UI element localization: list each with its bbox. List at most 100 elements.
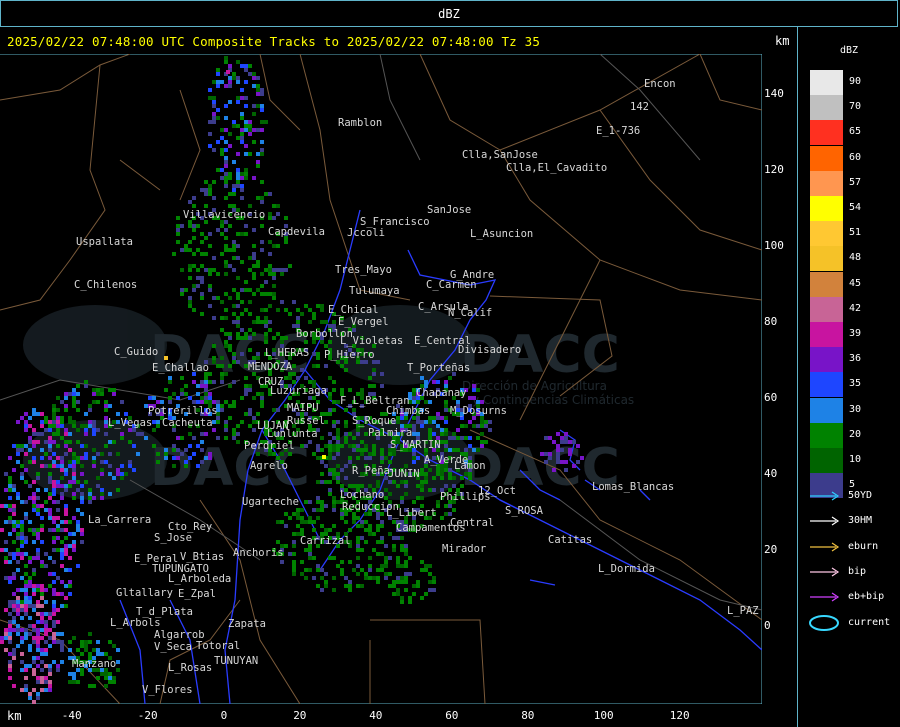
y-tick-label: 60 [764, 391, 778, 404]
legend-swatch [810, 95, 843, 121]
unit-title: dBZ [438, 7, 460, 21]
legend-track-label: current [848, 616, 891, 628]
place-label: V_Btias [180, 551, 224, 563]
legend-level-label: 70 [849, 101, 862, 113]
legend-level-label: 39 [849, 328, 862, 339]
place-label: Lomas_Blancas [592, 481, 674, 493]
x-tick-label: 80 [521, 709, 535, 722]
place-label: Carrizal [300, 535, 351, 547]
legend-level-label: 54 [849, 202, 862, 213]
radar-map[interactable]: DACC DACC DACC DACC Dirección de Agricul… [0, 54, 762, 704]
track-arrow-icon [810, 516, 840, 526]
place-label: Zapata [228, 618, 266, 630]
legend-swatch [810, 372, 843, 398]
place-label: Clla,SanJose [462, 149, 538, 161]
place-label: E_1-736 [596, 125, 640, 137]
legend-swatch [810, 422, 843, 448]
place-label: V_Flores [142, 684, 193, 696]
place-label: E_Challao [152, 362, 209, 374]
place-label: C_Carmen [426, 279, 477, 291]
legend-track-label: 30HM [848, 515, 873, 527]
current-ellipse-icon [809, 614, 839, 631]
legend-swatch [810, 296, 843, 322]
place-label: Lochano [340, 489, 384, 501]
place-label: L_Arbols [110, 617, 161, 629]
legend-level-label: 51 [849, 227, 862, 239]
place-label: TUNUYAN [214, 655, 258, 667]
place-label: 142 [630, 101, 649, 113]
place-label: Agrelo [250, 460, 288, 472]
place-label: L_Rosas [168, 662, 212, 674]
legend-level-label: 36 [849, 353, 862, 365]
legend-level-label: 5 [849, 479, 856, 491]
place-label: L_Asuncion [470, 228, 533, 240]
place-label: Ugarteche [242, 496, 299, 508]
legend-level-label: 48 [849, 252, 862, 264]
place-label: E_Chical [328, 304, 379, 316]
place-label: M_Dosurns [450, 405, 507, 417]
legend-level-label: 60 [849, 151, 862, 163]
x-tick-label: 0 [220, 709, 228, 722]
legend-swatch [810, 246, 843, 272]
legend-swatch [810, 448, 843, 473]
place-label: SanJose [427, 204, 471, 216]
place-label: S_MARTIN [390, 439, 441, 451]
axis-unit-top: km [775, 34, 790, 48]
legend-track-label: bip [848, 565, 867, 577]
x-tick-label: 60 [445, 709, 459, 722]
legend-swatch [810, 271, 843, 297]
y-tick-label: 120 [764, 163, 784, 176]
place-label: Catitas [548, 534, 592, 546]
place-label: L_Dormida [598, 563, 655, 575]
legend-swatch [810, 322, 843, 347]
x-tick-label: 20 [293, 709, 307, 722]
legend-level-label: 20 [849, 428, 862, 440]
place-label: Campamentos [396, 522, 466, 534]
place-label: S_Roque [352, 415, 396, 427]
y-tick-label: 0 [764, 619, 771, 632]
place-label: Encon [644, 78, 676, 90]
place-label: R_Peña [352, 465, 390, 477]
x-tick-label: 100 [593, 709, 614, 722]
place-label: C_Guido [114, 346, 158, 358]
place-label: L_Libert [386, 507, 437, 519]
place-label: E_Zpal [178, 588, 216, 600]
place-label: L_Vegas [108, 417, 152, 429]
place-label: L_Arboleda [168, 573, 231, 585]
place-label: Chapanay [416, 387, 467, 399]
place-label: Gltallary [116, 587, 173, 599]
legend-level-label: 10 [849, 454, 862, 465]
y-tick-label: 20 [764, 543, 778, 556]
legend-level-label: 35 [849, 378, 862, 390]
legend-swatch [810, 170, 843, 196]
place-label: Tulumaya [349, 285, 400, 297]
legend-level-label: 90 [849, 76, 862, 87]
legend-swatch [810, 120, 843, 146]
place-label: La_Carrera [88, 514, 151, 526]
place-label: P_Hierro [324, 349, 375, 361]
legend-level-label: 65 [849, 126, 862, 138]
place-label: Luzuriaga [270, 385, 327, 397]
place-label: JUNIN [388, 468, 420, 480]
place-label: S_Jose [154, 532, 192, 544]
legend-swatch [810, 347, 843, 373]
axis-unit-bottom: km [7, 709, 22, 723]
place-label: C_Chilenos [74, 279, 137, 291]
track-arrow-icon [810, 592, 840, 602]
place-label: N_Calif [448, 307, 492, 319]
legend-level-label: 57 [849, 176, 862, 188]
track-arrow-icon [810, 491, 840, 501]
track-arrow-icon [810, 542, 840, 552]
place-label: Palmira [368, 427, 412, 439]
place-label: Phillips [440, 491, 491, 503]
legend-level-label: 45 [849, 277, 862, 289]
place-label: Jccoli [347, 227, 385, 239]
x-tick-label: -20 [137, 709, 158, 722]
legend-swatch [810, 145, 843, 171]
x-tick-label: 40 [369, 709, 383, 722]
map-title: 2025/02/22 07:48:00 UTC Composite Tracks… [7, 34, 541, 49]
place-label: Cacheuta [162, 417, 213, 429]
legend-swatch [810, 70, 843, 95]
place-label: Mirador [442, 543, 486, 555]
x-tick-label: 120 [669, 709, 690, 722]
